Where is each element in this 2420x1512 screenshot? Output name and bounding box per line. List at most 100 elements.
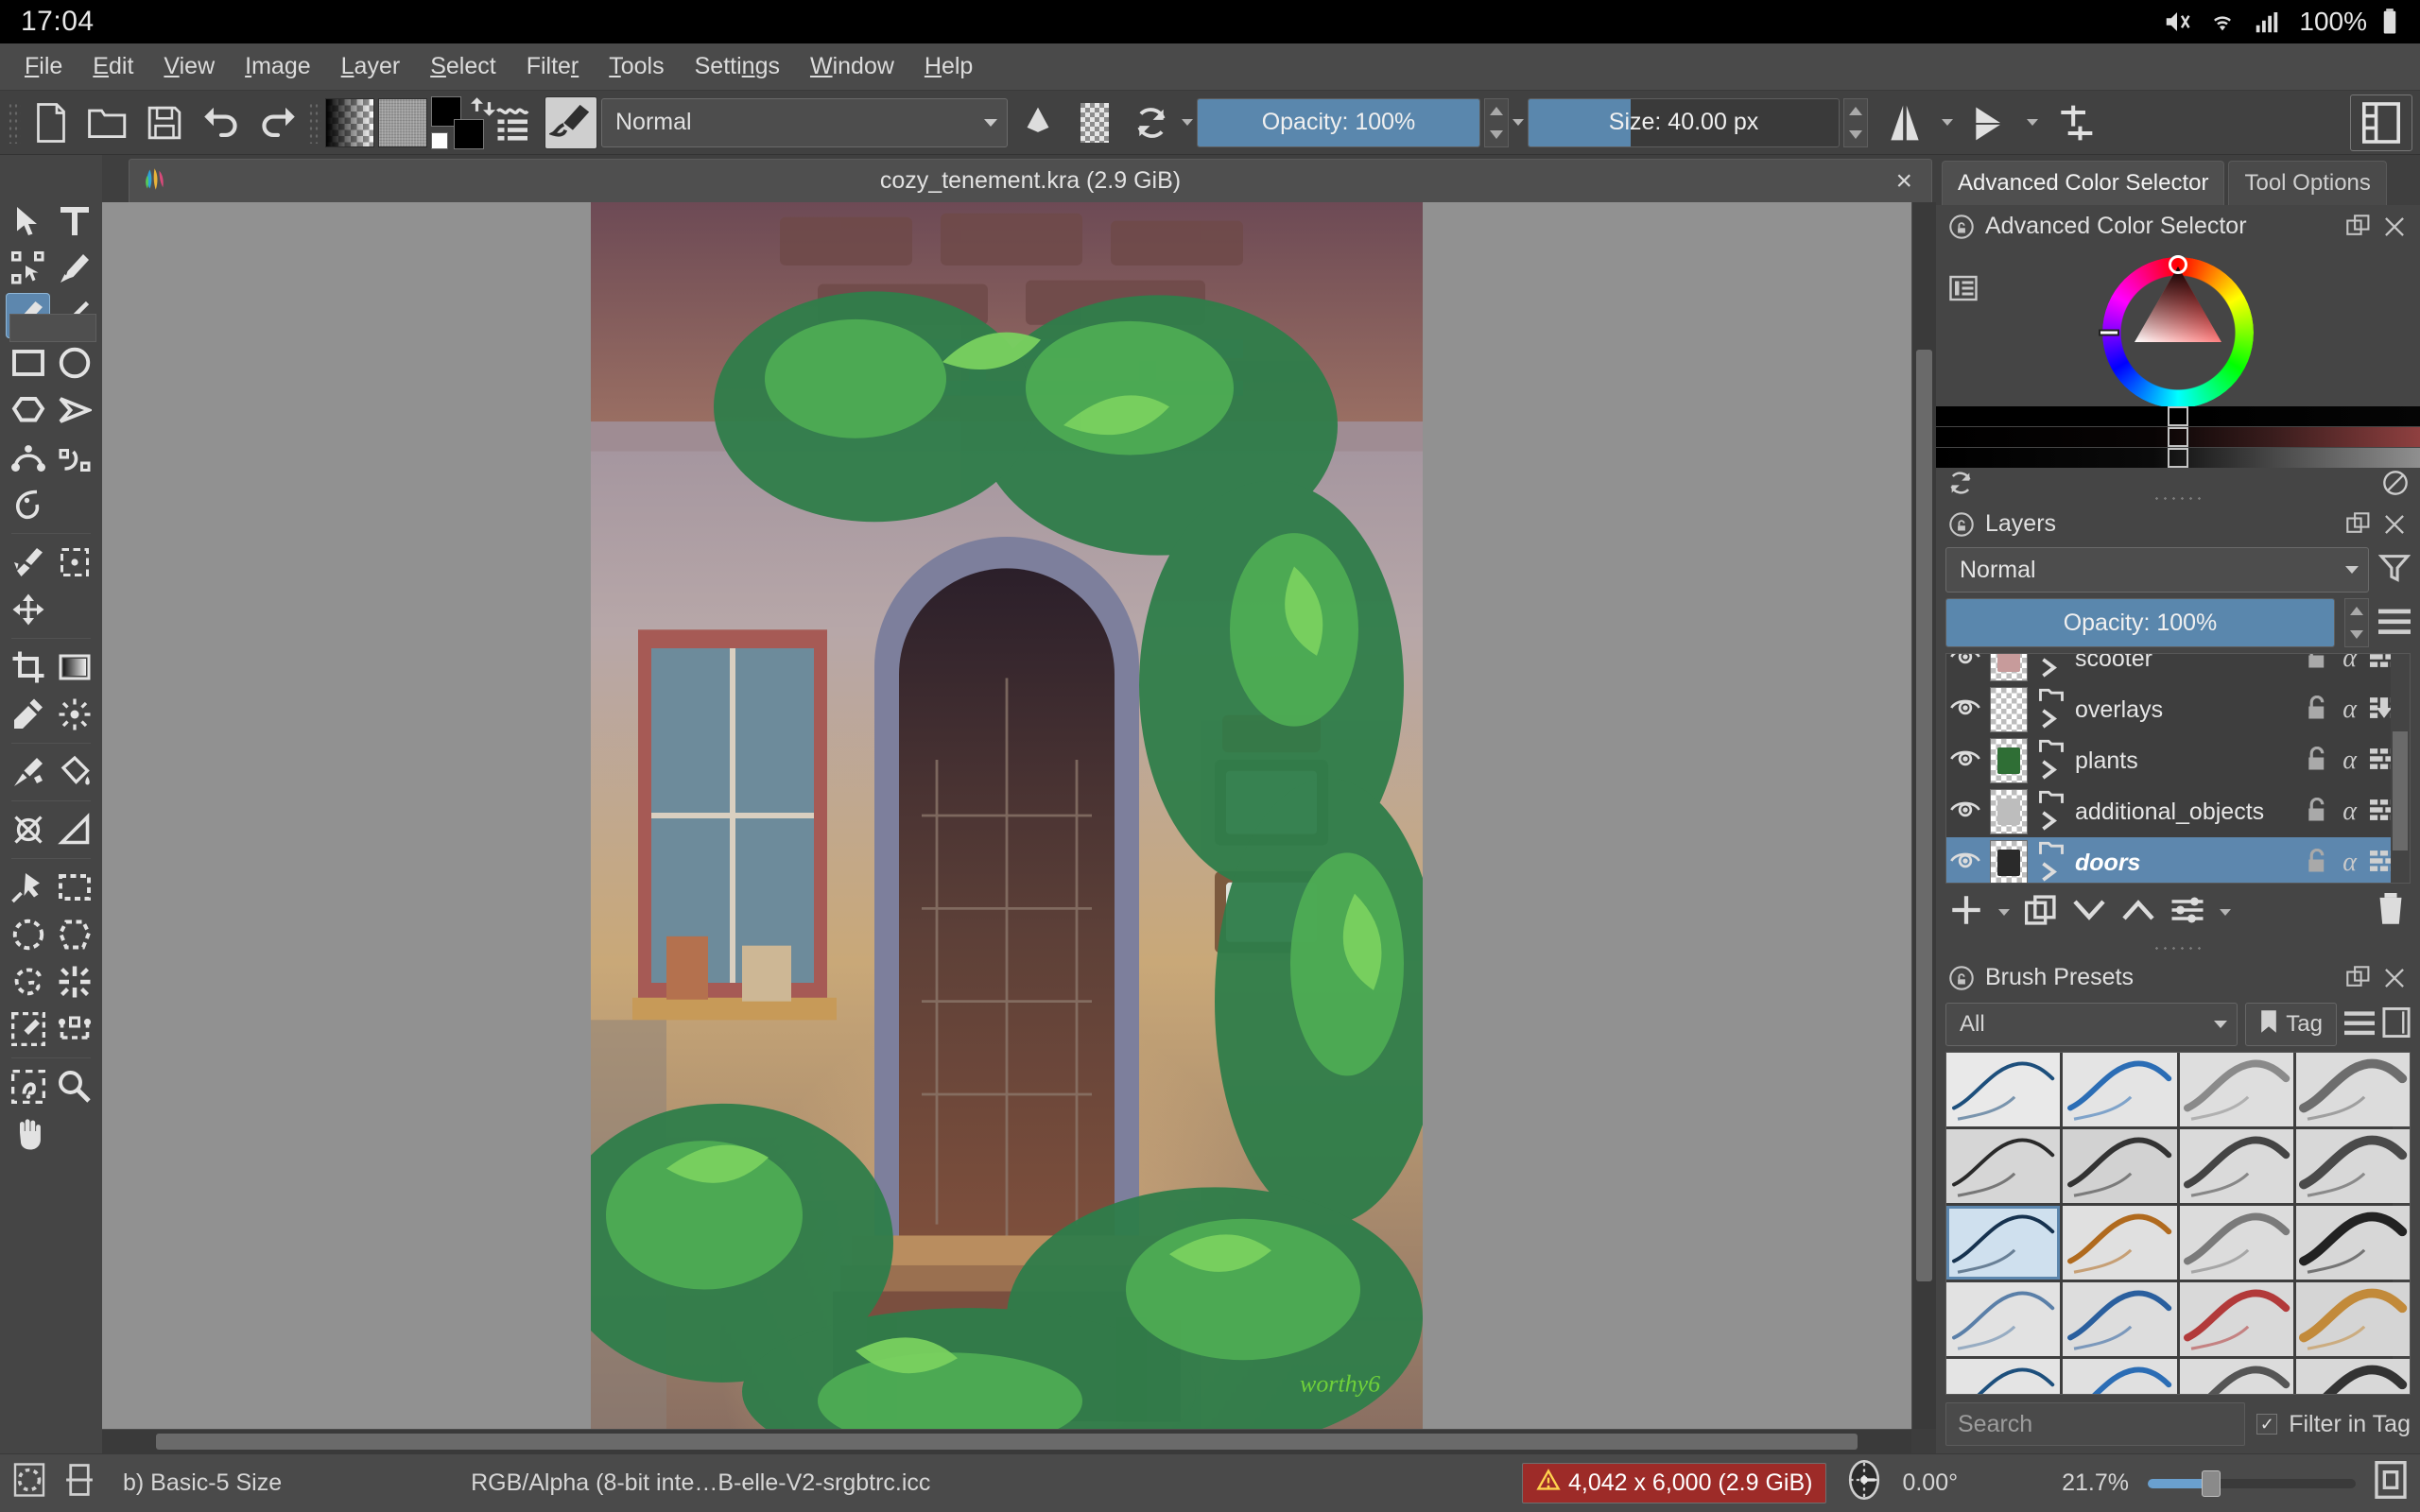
mirror-vertical-icon[interactable] <box>1957 96 2023 149</box>
brush-preset-item[interactable] <box>2063 1129 2177 1203</box>
brush-preset-item[interactable] <box>2063 1206 2177 1280</box>
table-row[interactable]: overlays α <box>1946 684 2410 735</box>
reload-preset-icon[interactable] <box>1125 96 1178 149</box>
docker-splitter-handle[interactable] <box>2152 494 2204 504</box>
toolbox-text-field[interactable] <box>9 314 96 342</box>
reset-color-icon[interactable] <box>1947 470 1974 501</box>
size-options-chevron-icon[interactable] <box>1512 119 1524 126</box>
brush-preset-item[interactable] <box>2295 1129 2410 1203</box>
lightness-strip[interactable] <box>1936 448 2420 468</box>
ellipse-tool[interactable] <box>52 340 96 386</box>
no-color-icon[interactable] <box>2382 470 2409 501</box>
redo-icon[interactable] <box>251 96 304 149</box>
close-docker-icon[interactable] <box>2382 215 2407 239</box>
measure-tool[interactable] <box>52 807 96 852</box>
layer-group-expand-icon[interactable] <box>2037 654 2066 683</box>
delete-layer-button[interactable] <box>2375 893 2407 932</box>
search-input[interactable]: Search <box>1945 1402 2246 1446</box>
table-row[interactable]: plants α <box>1946 735 2410 786</box>
preset-history-icon[interactable] <box>488 96 541 149</box>
brush-preset-item[interactable] <box>1946 1206 2061 1280</box>
lock-icon[interactable] <box>1949 214 1974 239</box>
brush-preset-item[interactable] <box>2295 1359 2410 1394</box>
pattern-swatch[interactable] <box>378 97 427 147</box>
saturation-value-triangle[interactable] <box>2131 265 2225 359</box>
polygon-tool[interactable] <box>6 387 50 433</box>
close-icon[interactable]: × <box>1895 166 1912 196</box>
add-layer-button[interactable] <box>1949 893 1983 932</box>
float-docker-icon[interactable] <box>2346 511 2371 537</box>
filter-in-tag-checkbox[interactable]: ✓ <box>2256 1414 2278 1435</box>
color-strips[interactable] <box>1936 405 2420 469</box>
pan-tool[interactable] <box>6 1111 50 1157</box>
status-badge[interactable]: 4,042 x 6,000 (2.9 GiB) <box>1521 1463 1827 1503</box>
canvas-rotation-icon[interactable] <box>1845 1458 1883 1508</box>
layer-thumbnail[interactable] <box>1990 738 2028 783</box>
saturation-strip[interactable] <box>1936 427 2420 447</box>
layer-visibility-icon[interactable] <box>1950 849 1980 878</box>
close-docker-icon[interactable] <box>2382 966 2407 990</box>
menu-item-settings[interactable]: Settings <box>680 47 795 86</box>
layer-thumbnail[interactable] <box>1990 654 2028 681</box>
reset-colors-icon[interactable] <box>431 131 448 149</box>
dynamic-brush-tool[interactable] <box>6 482 50 527</box>
eraser-mode-icon[interactable] <box>1011 96 1064 149</box>
preserve-alpha-icon[interactable] <box>1068 96 1121 149</box>
layer-visibility-icon[interactable] <box>1950 747 1980 776</box>
color-wheel[interactable] <box>2099 255 2254 408</box>
float-docker-icon[interactable] <box>2346 214 2371 239</box>
menu-item-select[interactable]: Select <box>415 47 511 86</box>
canvas-viewport[interactable]: worthy6 <box>102 202 1911 1429</box>
assistant-tool[interactable] <box>6 807 50 852</box>
polygonal-selection-tool[interactable] <box>52 912 96 957</box>
wrap-around-mode-icon[interactable] <box>2042 96 2108 149</box>
dock-tab-advanced-color-selector[interactable]: Advanced Color Selector <box>1942 161 2225 205</box>
table-row[interactable]: additional_objects α <box>1946 786 2410 837</box>
add-layer-chevron-icon[interactable] <box>1998 909 2010 916</box>
brush-preset-item[interactable] <box>2063 1359 2177 1394</box>
artwork-image[interactable]: worthy6 <box>591 202 1423 1429</box>
brush-preset-item[interactable] <box>1946 1129 2061 1203</box>
menu-item-tools[interactable]: Tools <box>594 47 679 86</box>
menu-item-help[interactable]: Help <box>909 47 988 86</box>
new-file-icon[interactable] <box>25 96 78 149</box>
layer-lock-icon[interactable] <box>2305 797 2329 827</box>
brush-tag-filter-combo[interactable]: All <box>1945 1003 2238 1046</box>
brush-preset-item[interactable] <box>2179 1129 2293 1203</box>
open-file-icon[interactable] <box>81 96 134 149</box>
layer-group-expand-icon[interactable] <box>2037 839 2066 884</box>
lock-icon[interactable] <box>1949 965 1974 990</box>
layer-lock-icon[interactable] <box>2305 695 2329 725</box>
lock-icon[interactable] <box>1949 511 1974 537</box>
layer-alpha-icon[interactable]: α <box>2342 797 2357 827</box>
rectangle-tool[interactable] <box>6 340 50 386</box>
undo-icon[interactable] <box>195 96 248 149</box>
menu-item-layer[interactable]: Layer <box>326 47 416 86</box>
brush-preset-item[interactable] <box>2295 1282 2410 1356</box>
value-strip[interactable] <box>1936 406 2420 426</box>
mirror-vertical-chevron-icon[interactable] <box>2027 119 2038 126</box>
brush-presets-grid[interactable] <box>1945 1052 2411 1395</box>
advanced-color-selector-body[interactable] <box>1936 248 2420 504</box>
layer-alpha-icon[interactable]: α <box>2342 746 2357 776</box>
elliptical-selection-tool[interactable] <box>6 912 50 957</box>
move-layer-up-button[interactable] <box>2121 896 2155 929</box>
zoom-fit-icon[interactable] <box>2375 1461 2407 1505</box>
toolbar-grip-2[interactable] <box>308 101 321 144</box>
layer-thumbnail[interactable] <box>1990 687 2028 732</box>
rectangular-selection-tool[interactable] <box>52 865 96 910</box>
hue-ring-cursor[interactable] <box>2169 255 2187 274</box>
color-sampler-tool[interactable] <box>6 692 50 737</box>
menu-item-image[interactable]: Image <box>230 47 326 86</box>
transform-tool[interactable] <box>52 540 96 585</box>
gradient-tool[interactable] <box>52 644 96 690</box>
multibrush-tool[interactable] <box>6 540 50 585</box>
color-selector-settings-icon[interactable] <box>1949 274 1978 307</box>
zoom-tool[interactable] <box>52 1064 96 1109</box>
layer-visibility-icon[interactable] <box>1950 798 1980 827</box>
layer-list[interactable]: scooter α overlays α plants α additional_objec… <box>1945 653 2411 884</box>
bezier-selection-tool[interactable] <box>52 1006 96 1052</box>
select-shapes-tool[interactable] <box>6 198 50 244</box>
layer-alpha-icon[interactable]: α <box>2342 695 2357 725</box>
canvas-horizontal-scrollbar[interactable] <box>102 1429 1911 1453</box>
